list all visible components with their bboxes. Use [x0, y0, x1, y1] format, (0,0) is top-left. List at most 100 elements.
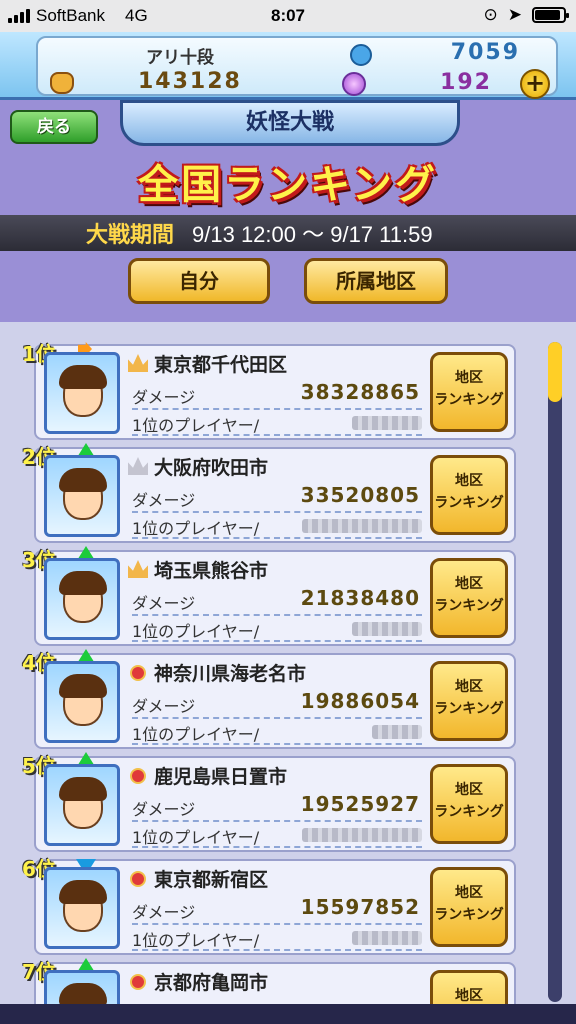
region-ranking-label-1: 地区	[455, 782, 483, 798]
player-stats-panel: アリ十段 143128 7059 192 +	[36, 36, 558, 99]
damage-label: ダメージ	[132, 491, 196, 510]
damage-label: ダメージ	[132, 594, 196, 613]
my-region-button[interactable]: 所属地区	[304, 258, 448, 304]
rank-name: アリ十段	[146, 48, 214, 68]
top-player-label: 1位のプレイヤー/	[132, 416, 260, 435]
add-orbs-button[interactable]: +	[520, 69, 550, 99]
avatar-hair	[59, 468, 107, 492]
region-ranking-button[interactable]: 地区 ランキング	[430, 867, 508, 947]
ranking-row: 6位 東京都新宿区 ダメージ 15597852 1位のプレイヤー/ 地区 ランキ…	[22, 857, 516, 955]
city-name: 東京都千代田区	[154, 354, 288, 376]
top-player-label: 1位のプレイヤー/	[132, 828, 260, 847]
region-ranking-button[interactable]: 地区 ランキング	[430, 661, 508, 741]
divider	[132, 923, 422, 925]
ranking-row: 5位 鹿児島県日置市 ダメージ 19525927 1位のプレイヤー/ 地区 ラン…	[22, 752, 516, 852]
period-label: 大戦期間	[86, 222, 175, 247]
divider	[132, 408, 422, 410]
player-avatar	[44, 867, 120, 949]
avatar-hair	[59, 571, 107, 595]
region-ranking-label-2: ランキング	[434, 598, 504, 614]
lock-rotation-icon: ⊙	[483, 5, 498, 24]
ranking-row: 2位 大阪府吹田市 ダメージ 33520805 1位のプレイヤー/ 地区 ランキ…	[22, 443, 516, 543]
city-name: 埼玉県熊谷市	[154, 560, 269, 582]
page-title: 全国ランキング	[138, 162, 438, 208]
location-icon: ➤	[507, 5, 522, 24]
bell-icon	[350, 44, 372, 66]
player-avatar	[44, 764, 120, 846]
region-ranking-label-2: ランキング	[434, 804, 504, 820]
player-avatar	[44, 661, 120, 743]
divider	[132, 846, 422, 848]
ranking-list[interactable]: 1位 東京都千代田区 ダメージ 38328865 1位のプレイヤー/ 地区 ラン…	[0, 322, 576, 1024]
medal-icon	[130, 665, 146, 681]
damage-label: ダメージ	[132, 697, 196, 716]
silver-crown-icon	[128, 457, 148, 475]
city-name: 大阪府吹田市	[154, 457, 269, 479]
region-ranking-label-2: ランキング	[434, 701, 504, 717]
damage-value: 19525927	[300, 792, 420, 816]
back-button[interactable]: 戻る	[10, 110, 98, 144]
medal-icon	[130, 974, 146, 990]
divider	[132, 820, 422, 822]
self-rank-button[interactable]: 自分	[128, 258, 270, 304]
damage-label: ダメージ	[132, 903, 196, 922]
bronze-crown-icon	[128, 560, 148, 578]
medal-icon	[130, 768, 146, 784]
region-ranking-button[interactable]: 地区 ランキング	[430, 455, 508, 535]
ranking-row: 4位 神奈川県海老名市 ダメージ 19886054 1位のプレイヤー/ 地区 ラ…	[22, 649, 516, 749]
region-ranking-label-2: ランキング	[434, 392, 504, 408]
player-avatar	[44, 455, 120, 537]
divider	[132, 434, 422, 436]
region-ranking-label-1: 地区	[455, 473, 483, 489]
player-avatar	[44, 352, 120, 434]
top-player-label: 1位のプレイヤー/	[132, 622, 260, 641]
orb-icon	[342, 72, 366, 96]
bottom-strip	[0, 1004, 576, 1024]
ranking-row: 3位 埼玉県熊谷市 ダメージ 21838480 1位のプレイヤー/ 地区 ランキ…	[22, 546, 516, 646]
city-name: 鹿児島県日置市	[154, 766, 288, 788]
region-ranking-label-1: 地区	[455, 576, 483, 592]
top-header: アリ十段 143128 7059 192 +	[0, 32, 576, 100]
damage-value: 38328865	[300, 380, 420, 404]
divider	[132, 537, 422, 539]
damage-label: ダメージ	[132, 388, 196, 407]
status-right: ⊙ ➤	[483, 5, 569, 25]
damage-value: 33520805	[300, 483, 420, 507]
region-ranking-label-1: 地区	[455, 370, 483, 386]
bell-points-value: 7059	[450, 40, 520, 65]
city-name: 東京都新宿区	[154, 869, 269, 891]
blurred-player-name	[352, 416, 422, 430]
region-ranking-label-2: ランキング	[434, 495, 504, 511]
region-ranking-label-2: ランキング	[434, 907, 504, 923]
top-player-label: 1位のプレイヤー/	[132, 931, 260, 950]
top-player-label: 1位のプレイヤー/	[132, 725, 260, 744]
scrollbar[interactable]	[548, 342, 562, 1002]
region-ranking-button[interactable]: 地区 ランキング	[430, 558, 508, 638]
city-name: 神奈川県海老名市	[154, 663, 307, 685]
divider	[132, 640, 422, 642]
region-ranking-label-1: 地区	[455, 885, 483, 901]
status-bar: SoftBank 4G 8:07 ⊙ ➤	[0, 0, 576, 32]
damage-value: 21838480	[300, 586, 420, 610]
period-range: 9/13 12:00 〜 9/17 11:59	[192, 222, 433, 247]
blurred-player-name	[372, 725, 422, 739]
medal-icon	[130, 871, 146, 887]
scrollbar-thumb[interactable]	[548, 342, 562, 402]
avatar-hair	[59, 880, 107, 904]
blurred-player-name	[302, 828, 422, 842]
blurred-player-name	[352, 931, 422, 945]
event-period-bar: 大戦期間 9/13 12:00 〜 9/17 11:59	[0, 215, 576, 251]
ranking-row: 1位 東京都千代田区 ダメージ 38328865 1位のプレイヤー/ 地区 ラン…	[22, 342, 516, 440]
avatar-hair	[59, 365, 107, 389]
gold-crown-icon	[128, 354, 148, 372]
orb-count-value: 192	[440, 70, 492, 95]
region-ranking-button[interactable]: 地区 ランキング	[430, 352, 508, 432]
divider	[132, 743, 422, 745]
battery-icon	[532, 7, 569, 23]
top-player-label: 1位のプレイヤー/	[132, 519, 260, 538]
damage-value: 15597852	[300, 895, 420, 919]
money-bag-icon	[50, 72, 74, 94]
damage-label: ダメージ	[132, 800, 196, 819]
region-ranking-button[interactable]: 地区 ランキング	[430, 764, 508, 844]
divider	[132, 717, 422, 719]
